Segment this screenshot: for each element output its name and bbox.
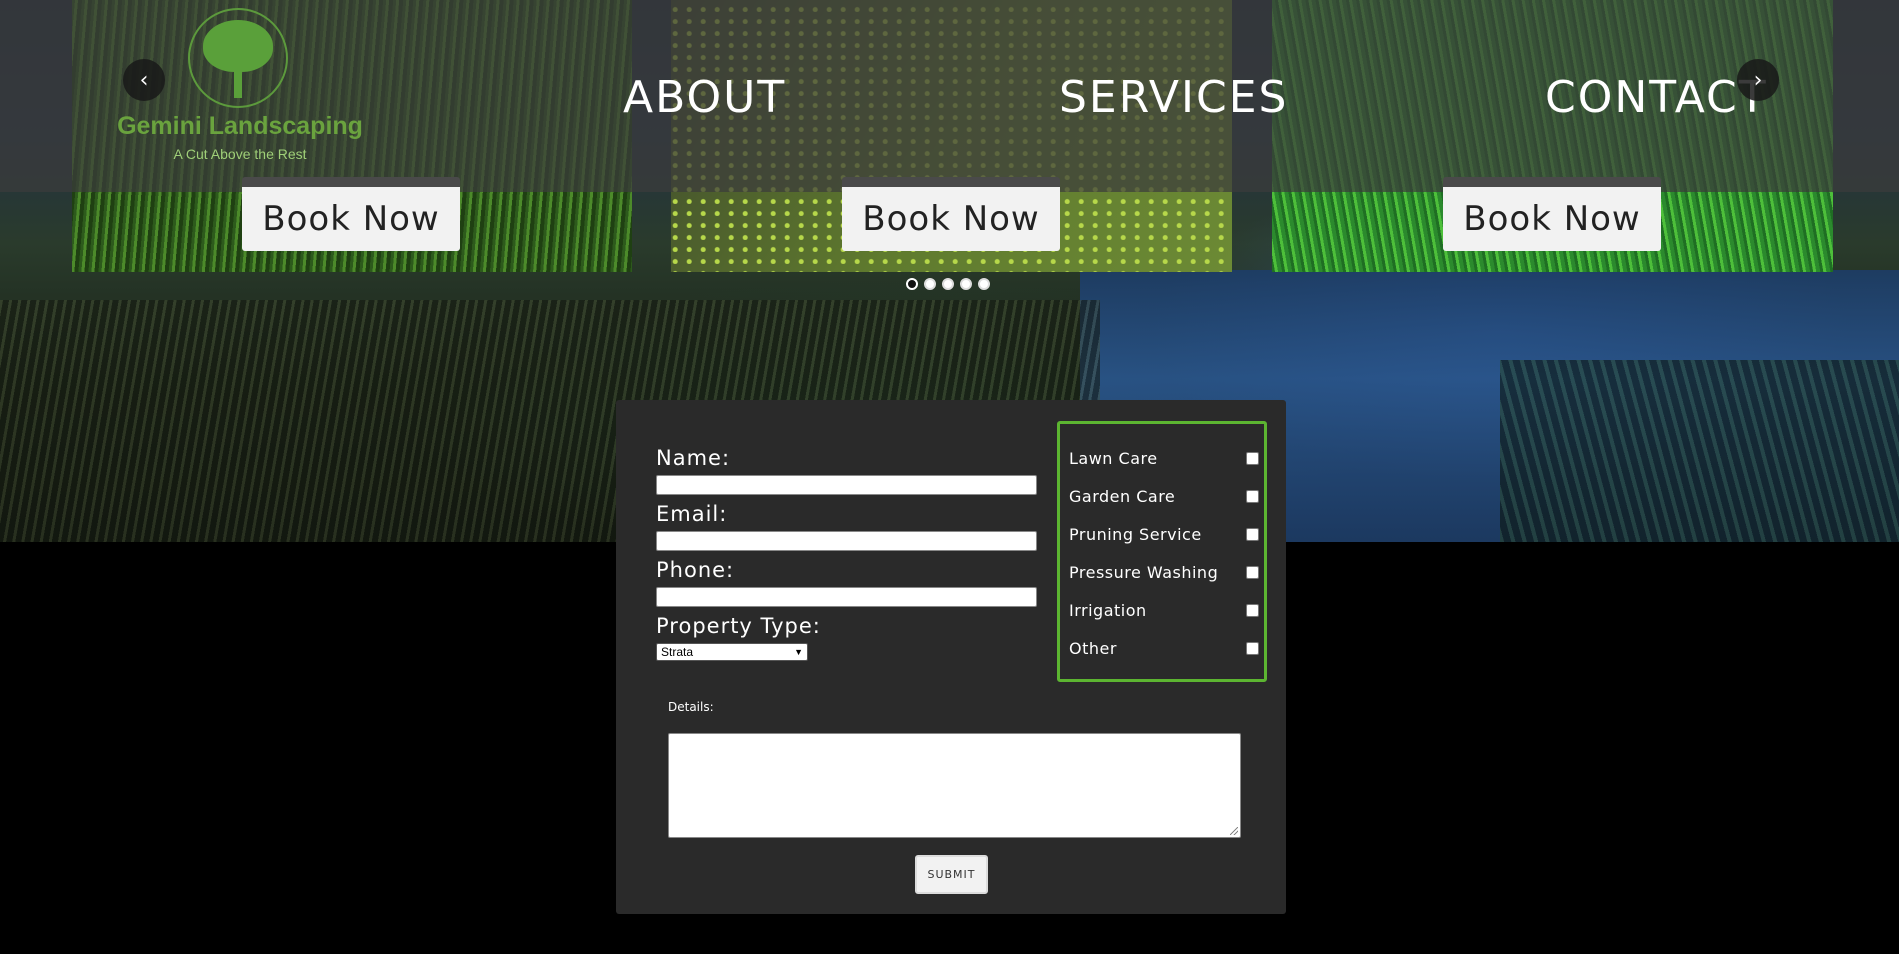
tree-trunk-shape	[234, 66, 242, 98]
property-type-value: Strata	[661, 645, 694, 659]
service-option[interactable]: Garden Care	[1069, 484, 1259, 508]
carousel-dot[interactable]	[906, 278, 918, 290]
carousel-dot[interactable]	[960, 278, 972, 290]
property-type-select[interactable]: Strata ▼	[656, 643, 808, 661]
submit-button[interactable]: SUBMIT	[915, 855, 988, 894]
book-now-button[interactable]: Book Now	[1443, 177, 1661, 251]
email-field[interactable]	[656, 531, 1037, 551]
nav-link-about[interactable]: ABOUT	[623, 72, 786, 123]
service-option[interactable]: Pressure Washing	[1069, 560, 1259, 584]
carousel-dot[interactable]	[924, 278, 936, 290]
details-label: Details:	[668, 700, 714, 714]
chevron-right-icon[interactable]: ›	[1737, 59, 1779, 101]
carousel-dot[interactable]	[942, 278, 954, 290]
nav-link-services[interactable]: SERVICES	[1059, 72, 1288, 123]
service-option-label: Garden Care	[1069, 486, 1176, 506]
tree-scene	[1500, 360, 1899, 542]
chevron-down-icon: ▼	[794, 647, 803, 657]
name-field[interactable]	[656, 475, 1037, 495]
phone-label: Phone:	[656, 558, 735, 582]
booking-form: Name: Email: Phone: Property Type: Strat…	[616, 400, 1286, 914]
nav-link-contact[interactable]: CONTACT	[1545, 72, 1768, 123]
chevron-left-icon[interactable]: ‹	[123, 59, 165, 101]
services-checkbox-group: Lawn Care Garden Care Pruning Service Press…	[1057, 421, 1267, 682]
resize-grip-icon[interactable]	[1230, 827, 1238, 835]
service-option[interactable]: Irrigation	[1069, 598, 1259, 622]
service-option-label: Irrigation	[1069, 600, 1147, 620]
email-label: Email:	[656, 502, 728, 526]
service-option[interactable]: Pruning Service	[1069, 522, 1259, 546]
property-type-label: Property Type:	[656, 614, 821, 638]
service-checkbox[interactable]	[1246, 451, 1259, 465]
service-option-label: Lawn Care	[1069, 448, 1158, 468]
details-textarea[interactable]	[668, 733, 1241, 838]
name-label: Name:	[656, 446, 731, 470]
service-checkbox[interactable]	[1246, 565, 1259, 579]
phone-field[interactable]	[656, 587, 1037, 607]
service-checkbox[interactable]	[1246, 641, 1259, 655]
service-checkbox[interactable]	[1246, 489, 1259, 503]
service-option-label: Other	[1069, 638, 1117, 658]
service-option-label: Pruning Service	[1069, 524, 1202, 544]
service-option[interactable]: Lawn Care	[1069, 446, 1259, 470]
brand-tagline: A Cut Above the Rest	[173, 146, 307, 162]
service-option-label: Pressure Washing	[1069, 562, 1219, 582]
service-option[interactable]: Other	[1069, 636, 1259, 660]
service-checkbox[interactable]	[1246, 603, 1259, 617]
top-navigation-bar: Gemini Landscaping A Cut Above the Rest …	[0, 0, 1899, 192]
service-checkbox[interactable]	[1246, 527, 1259, 541]
brand-name: Gemini Landscaping	[117, 112, 363, 140]
carousel-dot[interactable]	[978, 278, 990, 290]
tree-crown-shape	[203, 20, 273, 72]
carousel-pagination	[906, 278, 990, 290]
book-now-button[interactable]: Book Now	[842, 177, 1060, 251]
book-now-button[interactable]: Book Now	[242, 177, 460, 251]
